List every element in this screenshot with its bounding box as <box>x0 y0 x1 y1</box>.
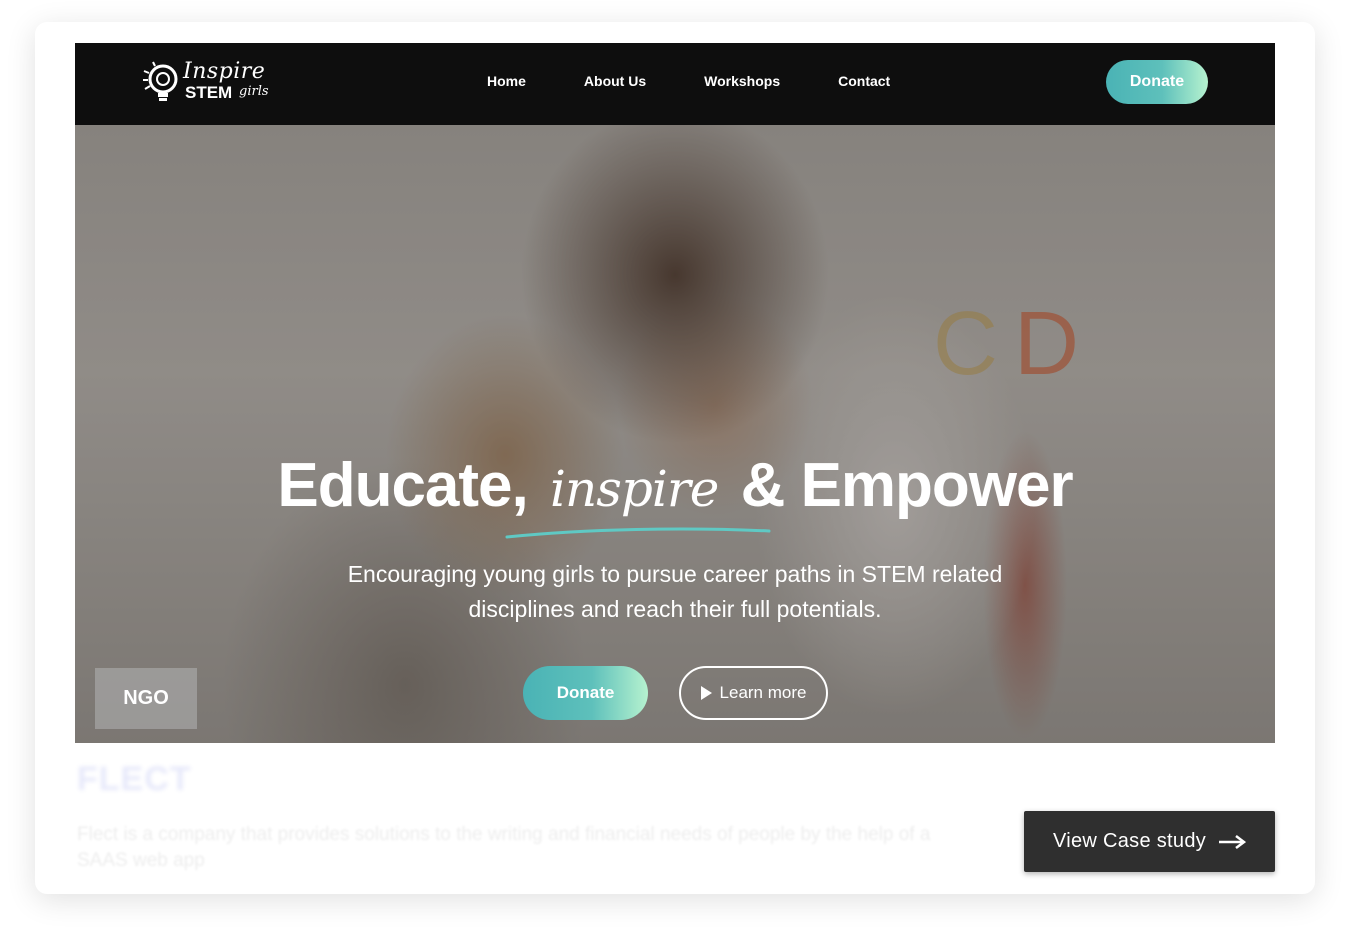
nav-link-about-us[interactable]: About Us <box>584 73 646 89</box>
nav-link-workshops[interactable]: Workshops <box>704 73 780 89</box>
logo-word-stem: STEM <box>185 83 233 102</box>
logo-word-girls: girls <box>239 84 269 99</box>
view-case-study-label: View Case study <box>1052 830 1207 852</box>
logo-word-inspire: Inspire <box>183 59 266 84</box>
website-preview: Inspire STEM girls Home About Us Worksho… <box>75 43 1275 743</box>
arrow-right-icon <box>1219 834 1247 849</box>
view-case-study-button[interactable]: View Case study <box>1024 811 1275 872</box>
hero-donate-button[interactable]: Donate <box>523 666 648 720</box>
gear-bulb-icon <box>143 61 178 101</box>
brush-underline-icon <box>505 527 771 539</box>
case-description: Flect is a company that provides solutio… <box>77 824 931 871</box>
learn-more-label: Learn more <box>719 683 807 702</box>
nav-donate-button[interactable]: Donate <box>1106 60 1208 104</box>
case-brand-title: FLECT <box>77 760 192 798</box>
hero-title: Educate, inspire & Empower <box>75 450 1275 521</box>
nav-link-contact[interactable]: Contact <box>838 73 890 89</box>
nav-links: Home About Us Workshops Contact <box>487 73 890 89</box>
category-badge: NGO <box>95 668 197 729</box>
hero-image-overlay <box>75 125 1275 743</box>
hero-title-part1: Educate, <box>277 451 528 520</box>
hero-section: CD Educate, inspire & Empower Encouragin… <box>75 125 1275 743</box>
navbar: Inspire STEM girls Home About Us Worksho… <box>75 43 1275 125</box>
learn-more-button[interactable]: Learn more <box>679 666 828 720</box>
hero-title-script: inspire <box>550 460 719 518</box>
hero-title-part2: & Empower <box>740 451 1074 520</box>
play-icon <box>700 686 712 700</box>
hero-subtitle: Encouraging young girls to pursue career… <box>347 561 1003 622</box>
nav-link-home[interactable]: Home <box>487 73 526 89</box>
logo[interactable]: Inspire STEM girls <box>141 57 281 109</box>
